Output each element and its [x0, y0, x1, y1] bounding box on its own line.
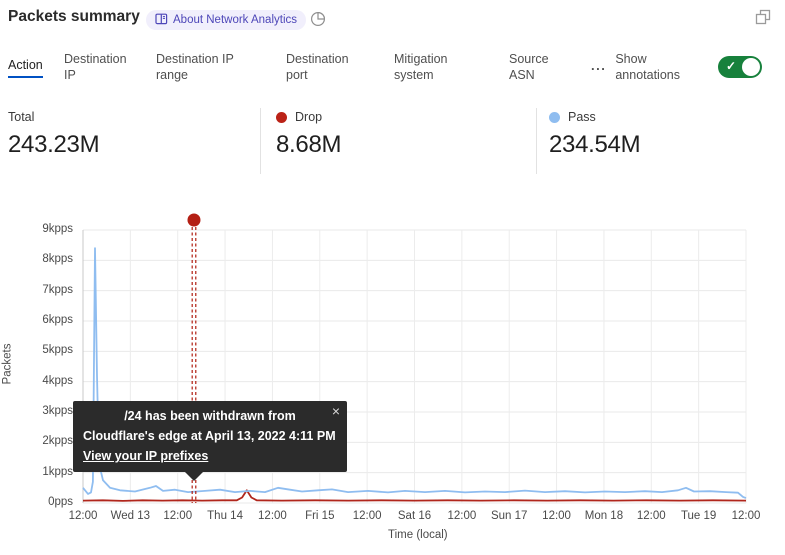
- y-tick-label: 3kpps: [21, 405, 73, 417]
- x-tick-label: Sun 17: [483, 510, 535, 522]
- stat-pass: Pass 234.54M: [549, 110, 640, 159]
- y-tick-label: 4kpps: [21, 375, 73, 387]
- y-tick-label: 5kpps: [21, 344, 73, 356]
- x-tick-label: 12:00: [531, 510, 583, 522]
- x-tick-label: 12:00: [625, 510, 677, 522]
- x-tick-label: Mon 18: [578, 510, 630, 522]
- y-tick-label: 9kpps: [21, 223, 73, 235]
- stat-pass-value: 234.54M: [549, 131, 640, 159]
- about-badge-label: About Network Analytics: [173, 14, 297, 26]
- x-tick-label: Thu 14: [199, 510, 251, 522]
- y-tick-label: 6kpps: [21, 314, 73, 326]
- drop-line: [83, 490, 746, 501]
- tooltip-line1: /24 has been withdrawn from: [83, 406, 337, 426]
- stat-total: Total 243.23M: [8, 110, 99, 159]
- x-tick-label: Fri 15: [294, 510, 346, 522]
- y-tick-label: 8kpps: [21, 253, 73, 265]
- stat-drop-value: 8.68M: [276, 131, 341, 159]
- x-tick-label: 12:00: [341, 510, 393, 522]
- y-tick-label: 2kpps: [21, 435, 73, 447]
- stat-total-label: Total: [8, 110, 34, 124]
- annotation-tooltip: × /24 has been withdrawn from Cloudflare…: [73, 401, 347, 472]
- y-tick-label: 7kpps: [21, 284, 73, 296]
- stats-row: Total 243.23M Drop 8.68M Pass 234.54M: [0, 104, 785, 176]
- tab-action[interactable]: Action: [8, 57, 48, 78]
- show-annotations-toggle[interactable]: ✓: [718, 56, 762, 78]
- drop-legend-dot: [276, 112, 287, 123]
- x-tick-label: 12:00: [152, 510, 204, 522]
- more-tabs-button[interactable]: ...: [591, 58, 606, 73]
- x-tick-label: Sat 16: [389, 510, 441, 522]
- close-icon[interactable]: ×: [332, 403, 340, 419]
- stat-drop-label: Drop: [295, 110, 322, 124]
- y-tick-label: 0pps: [21, 496, 73, 508]
- dimension-tabs: Action Destination IP Destination IP ran…: [8, 44, 777, 90]
- stat-pass-label: Pass: [568, 110, 596, 124]
- x-tick-label: Tue 19: [673, 510, 725, 522]
- x-tick-label: 12:00: [720, 510, 772, 522]
- x-tick-label: 12:00: [57, 510, 109, 522]
- tab-source-asn[interactable]: Source ASN: [509, 51, 557, 83]
- expand-window-icon[interactable]: [755, 9, 772, 26]
- tab-mitigation-system[interactable]: Mitigation system: [394, 51, 462, 83]
- tooltip-line2: Cloudflare's edge at April 13, 2022 4:11…: [83, 426, 337, 446]
- x-tick-label: 12:00: [436, 510, 488, 522]
- book-icon: [155, 13, 168, 28]
- pie-chart-icon[interactable]: [310, 11, 326, 27]
- pass-legend-dot: [549, 112, 560, 123]
- tab-destination-ip-range[interactable]: Destination IP range: [156, 51, 244, 83]
- toggle-knob: [742, 58, 760, 76]
- view-ip-prefixes-link[interactable]: View your IP prefixes: [83, 449, 208, 463]
- tab-destination-port[interactable]: Destination port: [286, 51, 358, 83]
- page-title: Packets summary: [8, 8, 140, 26]
- annotation-marker-dot[interactable]: [187, 214, 200, 227]
- check-icon: ✓: [726, 59, 736, 73]
- y-axis-title: Packets: [1, 344, 13, 385]
- show-annotations-label: Show annotations: [615, 51, 693, 83]
- about-network-analytics-badge[interactable]: About Network Analytics: [146, 10, 306, 30]
- stat-drop: Drop 8.68M: [276, 110, 341, 159]
- x-axis-title: Time (local): [388, 529, 448, 541]
- x-tick-label: Wed 13: [104, 510, 156, 522]
- divider: [536, 108, 537, 174]
- packets-summary-panel: Packets summary About Network Analytics …: [0, 0, 785, 555]
- tooltip-arrow: [185, 472, 203, 481]
- tab-destination-ip[interactable]: Destination IP: [64, 51, 136, 83]
- x-tick-label: 12:00: [246, 510, 298, 522]
- stat-total-value: 243.23M: [8, 131, 99, 159]
- y-tick-label: 1kpps: [21, 466, 73, 478]
- divider: [260, 108, 261, 174]
